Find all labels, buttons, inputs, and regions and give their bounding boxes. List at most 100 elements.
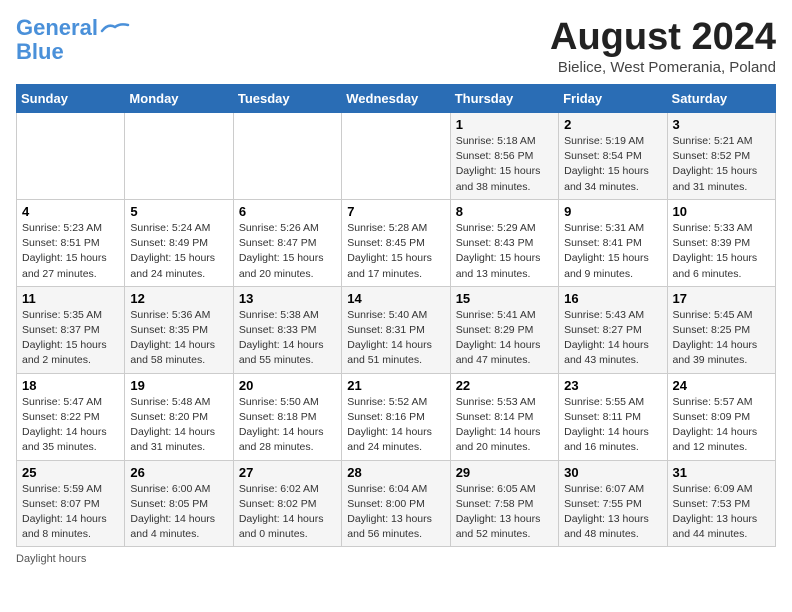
day-info: Sunrise: 5:47 AM Sunset: 8:22 PM Dayligh…	[22, 395, 119, 456]
day-info: Sunrise: 5:50 AM Sunset: 8:18 PM Dayligh…	[239, 395, 336, 456]
calendar-cell: 12 Sunrise: 5:36 AM Sunset: 8:35 PM Dayli…	[125, 286, 233, 373]
calendar-cell: 27Sunrise: 6:02 AM Sunset: 8:02 PM Dayli…	[233, 460, 341, 547]
day-info: Sunrise: 5:35 AM Sunset: 8:37 PM Dayligh…	[22, 308, 119, 369]
day-number: 10	[673, 204, 770, 219]
day-number: 8	[456, 204, 553, 219]
calendar-week-row: 11Sunrise: 5:35 AM Sunset: 8:37 PM Dayli…	[17, 286, 776, 373]
calendar-cell: 17Sunrise: 5:45 AM Sunset: 8:25 PM Dayli…	[667, 286, 775, 373]
calendar-cell: 3 Sunrise: 5:21 AM Sunset: 8:52 PM Daylig…	[667, 113, 775, 200]
day-info: Sunrise: 5:59 AM Sunset: 8:07 PM Dayligh…	[22, 482, 119, 543]
calendar-cell: 20 Sunrise: 5:50 AM Sunset: 8:18 PM Dayli…	[233, 373, 341, 460]
calendar-cell: 30 Sunrise: 6:07 AM Sunset: 7:55 PM Dayli…	[559, 460, 667, 547]
title-block: August 2024 Bielice, West Pomerania, Pol…	[550, 16, 776, 76]
calendar-cell: 28Sunrise: 6:04 AM Sunset: 8:00 PM Dayli…	[342, 460, 450, 547]
day-info: Sunrise: 5:24 AM Sunset: 8:49 PM Dayligh…	[130, 221, 227, 282]
calendar-cell	[17, 113, 125, 200]
calendar-cell: 24 Sunrise: 5:57 AM Sunset: 8:09 PM Dayli…	[667, 373, 775, 460]
day-info: Sunrise: 5:21 AM Sunset: 8:52 PM Dayligh…	[673, 134, 770, 195]
logo: General Blue	[16, 16, 130, 64]
calendar-cell: 4 Sunrise: 5:23 AM Sunset: 8:51 PM Daylig…	[17, 199, 125, 286]
calendar-cell: 16 Sunrise: 5:43 AM Sunset: 8:27 PM Dayli…	[559, 286, 667, 373]
day-number: 4	[22, 204, 119, 219]
day-number: 30	[564, 465, 661, 480]
page-header: General Blue August 2024 Bielice, West P…	[16, 16, 776, 76]
logo-text: General Blue	[16, 16, 98, 64]
day-info: Sunrise: 5:26 AM Sunset: 8:47 PM Dayligh…	[239, 221, 336, 282]
day-info: Sunrise: 5:19 AM Sunset: 8:54 PM Dayligh…	[564, 134, 661, 195]
calendar-cell: 1Sunrise: 5:18 AM Sunset: 8:56 PM Daylig…	[450, 113, 558, 200]
day-info: Sunrise: 5:57 AM Sunset: 8:09 PM Dayligh…	[673, 395, 770, 456]
calendar-week-row: 4 Sunrise: 5:23 AM Sunset: 8:51 PM Daylig…	[17, 199, 776, 286]
calendar-week-row: 18 Sunrise: 5:47 AM Sunset: 8:22 PM Dayli…	[17, 373, 776, 460]
day-number: 21	[347, 378, 444, 393]
day-number: 13	[239, 291, 336, 306]
day-info: Sunrise: 6:07 AM Sunset: 7:55 PM Dayligh…	[564, 482, 661, 543]
calendar-cell: 8Sunrise: 5:29 AM Sunset: 8:43 PM Daylig…	[450, 199, 558, 286]
day-info: Sunrise: 5:36 AM Sunset: 8:35 PM Dayligh…	[130, 308, 227, 369]
day-number: 23	[564, 378, 661, 393]
logo-bird-icon	[100, 21, 130, 41]
day-number: 14	[347, 291, 444, 306]
day-number: 27	[239, 465, 336, 480]
calendar-week-row: 1Sunrise: 5:18 AM Sunset: 8:56 PM Daylig…	[17, 113, 776, 200]
day-number: 26	[130, 465, 227, 480]
day-info: Sunrise: 5:28 AM Sunset: 8:45 PM Dayligh…	[347, 221, 444, 282]
day-number: 6	[239, 204, 336, 219]
day-number: 18	[22, 378, 119, 393]
day-number: 5	[130, 204, 227, 219]
calendar-cell: 7Sunrise: 5:28 AM Sunset: 8:45 PM Daylig…	[342, 199, 450, 286]
calendar-cell	[233, 113, 341, 200]
calendar-cell: 15 Sunrise: 5:41 AM Sunset: 8:29 PM Dayli…	[450, 286, 558, 373]
day-number: 31	[673, 465, 770, 480]
logo-line1: General	[16, 15, 98, 40]
calendar-day-header: Tuesday	[233, 85, 341, 113]
day-number: 2	[564, 117, 661, 132]
footer-text: Daylight hours	[16, 553, 86, 565]
day-info: Sunrise: 5:48 AM Sunset: 8:20 PM Dayligh…	[130, 395, 227, 456]
day-number: 20	[239, 378, 336, 393]
day-number: 9	[564, 204, 661, 219]
day-number: 15	[456, 291, 553, 306]
calendar-day-header: Friday	[559, 85, 667, 113]
calendar-day-header: Thursday	[450, 85, 558, 113]
calendar-cell: 5 Sunrise: 5:24 AM Sunset: 8:49 PM Daylig…	[125, 199, 233, 286]
calendar-cell: 21Sunrise: 5:52 AM Sunset: 8:16 PM Dayli…	[342, 373, 450, 460]
calendar-cell	[125, 113, 233, 200]
calendar-day-header: Sunday	[17, 85, 125, 113]
calendar-cell: 18 Sunrise: 5:47 AM Sunset: 8:22 PM Dayli…	[17, 373, 125, 460]
day-info: Sunrise: 6:09 AM Sunset: 7:53 PM Dayligh…	[673, 482, 770, 543]
day-number: 12	[130, 291, 227, 306]
day-number: 16	[564, 291, 661, 306]
day-number: 28	[347, 465, 444, 480]
day-info: Sunrise: 5:18 AM Sunset: 8:56 PM Dayligh…	[456, 134, 553, 195]
calendar-week-row: 25 Sunrise: 5:59 AM Sunset: 8:07 PM Dayli…	[17, 460, 776, 547]
main-title: August 2024	[550, 16, 776, 59]
calendar-cell: 23Sunrise: 5:55 AM Sunset: 8:11 PM Dayli…	[559, 373, 667, 460]
calendar-day-header: Wednesday	[342, 85, 450, 113]
day-info: Sunrise: 5:23 AM Sunset: 8:51 PM Dayligh…	[22, 221, 119, 282]
day-number: 24	[673, 378, 770, 393]
day-number: 19	[130, 378, 227, 393]
day-number: 22	[456, 378, 553, 393]
day-number: 3	[673, 117, 770, 132]
calendar-cell: 25 Sunrise: 5:59 AM Sunset: 8:07 PM Dayli…	[17, 460, 125, 547]
calendar-cell: 13 Sunrise: 5:38 AM Sunset: 8:33 PM Dayli…	[233, 286, 341, 373]
day-number: 25	[22, 465, 119, 480]
day-info: Sunrise: 5:43 AM Sunset: 8:27 PM Dayligh…	[564, 308, 661, 369]
calendar-cell: 11Sunrise: 5:35 AM Sunset: 8:37 PM Dayli…	[17, 286, 125, 373]
day-info: Sunrise: 6:00 AM Sunset: 8:05 PM Dayligh…	[130, 482, 227, 543]
day-info: Sunrise: 6:05 AM Sunset: 7:58 PM Dayligh…	[456, 482, 553, 543]
calendar-table: SundayMondayTuesdayWednesdayThursdayFrid…	[16, 84, 776, 547]
day-info: Sunrise: 5:33 AM Sunset: 8:39 PM Dayligh…	[673, 221, 770, 282]
calendar-cell: 10 Sunrise: 5:33 AM Sunset: 8:39 PM Dayli…	[667, 199, 775, 286]
calendar-day-header: Monday	[125, 85, 233, 113]
footer-note: Daylight hours	[16, 553, 776, 565]
day-info: Sunrise: 5:40 AM Sunset: 8:31 PM Dayligh…	[347, 308, 444, 369]
day-info: Sunrise: 5:45 AM Sunset: 8:25 PM Dayligh…	[673, 308, 770, 369]
calendar-cell: 29Sunrise: 6:05 AM Sunset: 7:58 PM Dayli…	[450, 460, 558, 547]
day-info: Sunrise: 5:41 AM Sunset: 8:29 PM Dayligh…	[456, 308, 553, 369]
calendar-header-row: SundayMondayTuesdayWednesdayThursdayFrid…	[17, 85, 776, 113]
day-info: Sunrise: 5:31 AM Sunset: 8:41 PM Dayligh…	[564, 221, 661, 282]
day-info: Sunrise: 5:38 AM Sunset: 8:33 PM Dayligh…	[239, 308, 336, 369]
calendar-cell	[342, 113, 450, 200]
